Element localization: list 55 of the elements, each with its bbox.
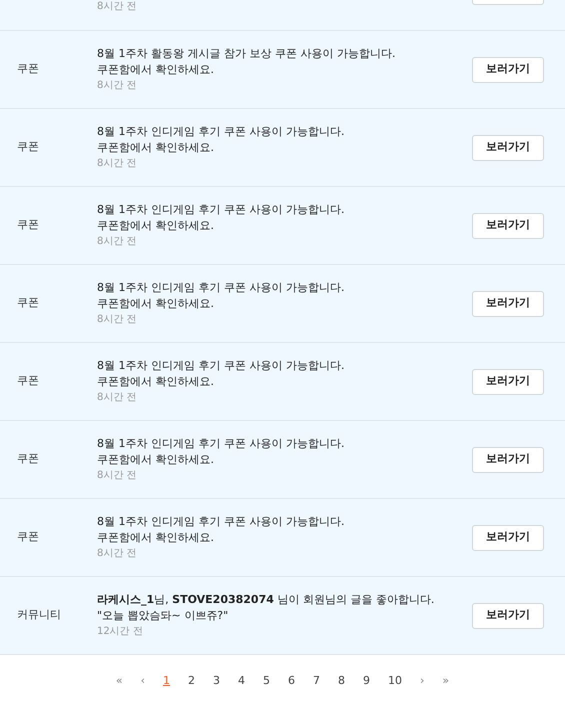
timestamp: 8시간 전 — [97, 546, 138, 560]
message-text: 쿠폰함에서 확인하세요. — [97, 62, 215, 78]
timestamp: 8시간 전 — [97, 390, 138, 404]
view-button[interactable]: 보러가기 — [472, 290, 544, 316]
page-nav-link[interactable]: › — [416, 673, 428, 690]
view-button[interactable]: 보러가기 — [472, 524, 544, 550]
timestamp: 12시간 전 — [97, 624, 144, 638]
timestamp: 8시간 전 — [97, 312, 138, 326]
page-link[interactable]: 10 — [384, 673, 406, 690]
message-text: 쿠폰함에서 확인하세요. — [97, 218, 215, 234]
timestamp: 8시간 전 — [97, 234, 138, 248]
category-label: 쿠폰 — [16, 451, 40, 468]
message-text: 쿠폰함에서 확인하세요. — [97, 452, 215, 468]
message-text: 8월 1주차 인디게임 후기 쿠폰 사용이 가능합니다. — [97, 514, 346, 530]
page-nav-link[interactable]: ‹ — [136, 673, 149, 690]
page-link[interactable]: 7 — [309, 673, 324, 690]
category-label: 쿠폰 — [16, 529, 40, 546]
timestamp: 8시간 전 — [97, 156, 138, 170]
page-link[interactable]: 6 — [284, 673, 299, 690]
page-link[interactable]: 8 — [334, 673, 349, 690]
view-button[interactable]: 보러가기 — [472, 134, 544, 160]
message-text: 8월 1주차 인디게임 후기 쿠폰 사용이 가능합니다. — [97, 358, 346, 374]
view-button[interactable]: 보러가기 — [472, 602, 544, 628]
message-text: 쿠폰함에서 확인하세요. — [97, 140, 215, 156]
page-link[interactable]: 4 — [234, 673, 249, 690]
page-link[interactable]: 2 — [184, 673, 199, 690]
view-button[interactable]: 보러가기 — [472, 446, 544, 472]
timestamp: 8시간 전 — [97, 78, 138, 92]
message-text: 8월 1주차 인디게임 후기 쿠폰 사용이 가능합니다. — [97, 280, 346, 296]
timestamp: 8시간 전 — [97, 468, 138, 482]
page-nav-link[interactable]: « — [112, 673, 127, 690]
category-label: 쿠폰 — [16, 295, 40, 312]
message-text: 쿠폰함에서 확인하세요. — [97, 530, 215, 546]
page-nav-link[interactable]: » — [438, 673, 454, 690]
message-text: 8월 1주차 인디게임 후기 쿠폰 사용이 가능합니다. — [97, 436, 346, 452]
message-text: 라케시스_1님, STOVE20382074 님이 회원님의 글을 좋아합니다. — [97, 592, 436, 608]
view-button[interactable]: 보러가기 — [472, 212, 544, 238]
category-label: 커뮤니티 — [16, 607, 62, 624]
view-button[interactable]: 보러가기 — [472, 56, 544, 82]
message-text: 쿠폰함에서 확인하세요. — [97, 374, 215, 390]
message-text: 8월 1주차 활동왕 게시글 참가 보상 쿠폰 사용이 가능합니다. — [97, 46, 396, 62]
category-label: 쿠폰 — [16, 373, 40, 390]
page-link[interactable]: 9 — [359, 673, 374, 690]
category-label: 쿠폰 — [16, 139, 40, 156]
category-label: 쿠폰 — [16, 217, 40, 234]
message-text: 8월 1주차 인디게임 후기 쿠폰 사용이 가능합니다. — [97, 202, 346, 218]
view-button-edge[interactable] — [472, 0, 544, 5]
view-button[interactable]: 보러가기 — [472, 368, 544, 394]
page-link[interactable]: 3 — [209, 673, 224, 690]
category-label: 쿠폰 — [16, 61, 40, 78]
message-text: 쿠폰함에서 확인하세요. — [97, 296, 215, 312]
message-text: 8월 1주차 인디게임 후기 쿠폰 사용이 가능합니다. — [97, 124, 346, 140]
timestamp: 8시간 전 — [97, 1, 137, 13]
page-link[interactable]: 5 — [259, 673, 274, 690]
message-text: "오늘 뽑았슴돠~ 이쁘쥬?" — [97, 608, 230, 624]
